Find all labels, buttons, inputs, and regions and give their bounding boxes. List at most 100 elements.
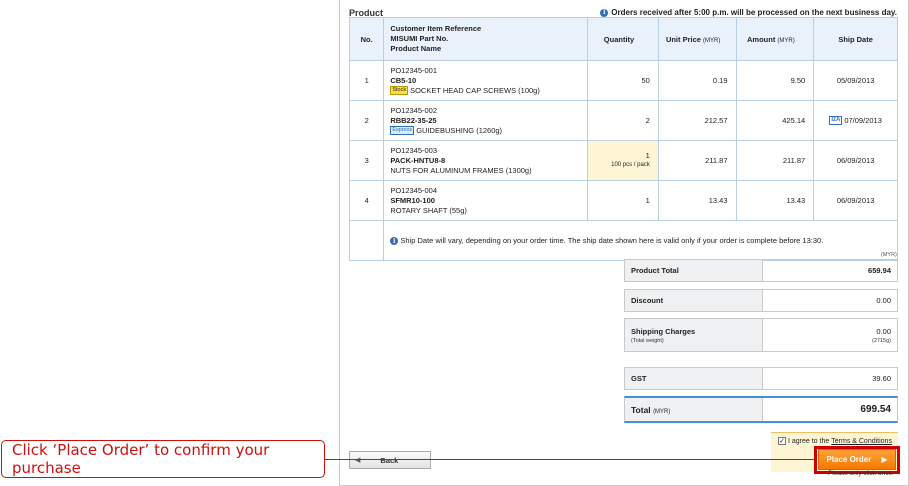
row-ship-date: IzA 07/09/2013	[813, 100, 898, 141]
header-quantity: Quantity	[587, 17, 659, 61]
table-row: 2 PO12345-002 RBB22-35-25 Express GUIDEBU…	[348, 100, 898, 141]
row-pack-size: 100 pcs / pack	[611, 162, 650, 168]
total-value: 699.54	[860, 404, 891, 415]
total-label: Total	[631, 404, 651, 415]
header-unit-price-unit: (MYR)	[703, 37, 721, 44]
row-description: PO12345-002 RBB22-35-25 Express GUIDEBUSH…	[383, 100, 589, 141]
gst-label: GST	[625, 368, 763, 389]
product-table: No. Customer Item Reference MISUMI Part …	[348, 17, 898, 261]
row-description: PO12345-004 SFMR10-100 ROTARY SHAFT (55g…	[383, 180, 589, 221]
row-product-name-line: Express GUIDEBUSHING (1260g)	[390, 126, 587, 136]
click-once-note: Please only click once.	[828, 470, 894, 477]
instruction-callout: Click ‘Place Order’ to confirm your purc…	[1, 440, 325, 478]
table-header-row: No. Customer Item Reference MISUMI Part …	[348, 17, 898, 61]
row-ship-date: 06/09/2013	[813, 140, 898, 181]
row-quantity: 1 100 pcs / pack	[587, 140, 659, 181]
table-row: 4 PO12345-004 SFMR10-100 ROTARY SHAFT (5…	[348, 180, 898, 221]
header-description: Customer Item Reference MISUMI Part No. …	[383, 17, 589, 61]
processing-notice: i Orders received after 5:00 p.m. will b…	[600, 8, 897, 17]
row-part-no: CB5-10	[390, 75, 417, 85]
discount-row: Discount 0.00	[624, 289, 898, 312]
row-ship-date: 06/09/2013	[813, 180, 898, 221]
shipping-label-cell: Shipping Charges (Total weight)	[625, 319, 763, 351]
ship-type-icon: IzA	[829, 116, 843, 126]
agree-checkbox[interactable]: ✓	[778, 437, 786, 445]
row-customer-ref: PO12345-003	[390, 145, 438, 155]
discount-label: Discount	[625, 290, 763, 311]
row-unit-price: 13.43	[657, 180, 737, 221]
row-amount: 211.87	[735, 140, 815, 181]
total-row: Total (MYR) 699.54	[624, 396, 898, 423]
info-icon: i	[600, 8, 609, 17]
row-product-name: SOCKET HEAD CAP SCREWS (100g)	[410, 85, 540, 95]
summary-currency-label: (MYR)	[881, 252, 897, 258]
row-unit-price: 211.87	[657, 140, 737, 181]
row-number: 4	[348, 180, 385, 221]
row-number: 1	[348, 60, 385, 101]
shipping-value: 0.00	[876, 326, 891, 336]
processing-notice-text: Orders received after 5:00 p.m. will be …	[611, 8, 897, 17]
gst-row: GST 39.60	[624, 367, 898, 390]
product-total-value: 659.94	[763, 260, 897, 281]
callout-connector	[325, 459, 815, 460]
shipping-weight-label: (Total weight)	[631, 337, 664, 344]
discount-value: 0.00	[876, 296, 891, 305]
gst-value: 39.60	[872, 374, 891, 383]
header-no: No.	[348, 17, 385, 61]
info-icon: i	[390, 237, 399, 246]
ship-note-cell: i Ship Date will vary, depending on your…	[383, 220, 898, 261]
product-total-amount: 659.94	[868, 266, 891, 275]
row-product-name: ROTARY SHAFT (55g)	[390, 205, 467, 215]
row-quantity: 1	[587, 180, 659, 221]
row-description: PO12345-003 PACK-HNTU8-8 NUTS FOR ALUMIN…	[383, 140, 589, 181]
agree-text: I agree to the	[788, 437, 830, 445]
row-unit-price: 0.19	[657, 60, 737, 101]
product-total-label: Product Total	[625, 260, 763, 281]
back-button-label: Back	[380, 455, 399, 465]
row-quantity: 50	[587, 60, 659, 101]
row-number: 2	[348, 100, 385, 141]
header-amount: Amount (MYR)	[735, 17, 815, 61]
header-product-name: Product Name	[390, 44, 442, 53]
header-ship-date: Ship Date	[813, 17, 898, 61]
shipping-value-cell: 0.00 (2715g)	[763, 319, 897, 351]
terms-agreement: ✓ I agree to the Terms & Conditions	[778, 437, 892, 445]
header-unit-price-label: Unit Price	[665, 34, 701, 44]
ship-note-text: Ship Date will vary, depending on your o…	[400, 235, 824, 245]
row-part-no: PACK-HNTU8-8	[390, 155, 446, 165]
table-row: 3 PO12345-003 PACK-HNTU8-8 NUTS FOR ALUM…	[348, 140, 898, 181]
total-unit: (MYR)	[653, 408, 671, 415]
row-customer-ref: PO12345-002	[390, 105, 438, 115]
row-number: 3	[348, 140, 385, 181]
row-amount: 425.14	[735, 100, 815, 141]
row-customer-ref: PO12345-001	[390, 65, 438, 75]
row-part-no: SFMR10-100	[390, 195, 435, 205]
total-weight-value: (2715g)	[872, 337, 891, 344]
back-arrow-icon: ◀	[355, 457, 361, 464]
row-quantity: 2	[587, 100, 659, 141]
terms-conditions-link[interactable]: Terms & Conditions	[831, 438, 892, 445]
header-customer-ref: Customer Item Reference	[390, 24, 482, 33]
express-badge: Express	[390, 126, 415, 136]
header-amount-unit: (MYR)	[777, 37, 795, 44]
ship-note-row: i Ship Date will vary, depending on your…	[348, 220, 898, 261]
row-amount: 13.43	[735, 180, 815, 221]
shipping-label: Shipping Charges	[631, 326, 696, 336]
row-quantity-value: 1	[645, 151, 650, 160]
back-button[interactable]: ◀ Back	[349, 451, 431, 469]
shipping-row: Shipping Charges (Total weight) 0.00 (27…	[624, 318, 898, 352]
row-amount: 9.50	[735, 60, 815, 101]
row-ship-date-text: 07/09/2013	[844, 115, 882, 125]
table-row: 1 PO12345-001 CB5-10 Stock SOCKET HEAD CA…	[348, 60, 898, 101]
product-total-row: Product Total 659.94	[624, 259, 898, 282]
header-unit-price: Unit Price (MYR)	[657, 17, 737, 61]
row-description: PO12345-001 CB5-10 Stock SOCKET HEAD CAP …	[383, 60, 589, 101]
row-product-name: GUIDEBUSHING (1260g)	[416, 125, 503, 135]
header-part-no: MISUMI Part No.	[390, 34, 449, 43]
row-unit-price: 212.57	[657, 100, 737, 141]
stock-badge: Stock	[390, 86, 409, 96]
ship-note-spacer	[348, 220, 385, 261]
row-product-name-line: Stock SOCKET HEAD CAP SCREWS (100g)	[390, 86, 587, 96]
total-label-cell: Total (MYR)	[625, 398, 763, 421]
row-customer-ref: PO12345-004	[390, 185, 438, 195]
